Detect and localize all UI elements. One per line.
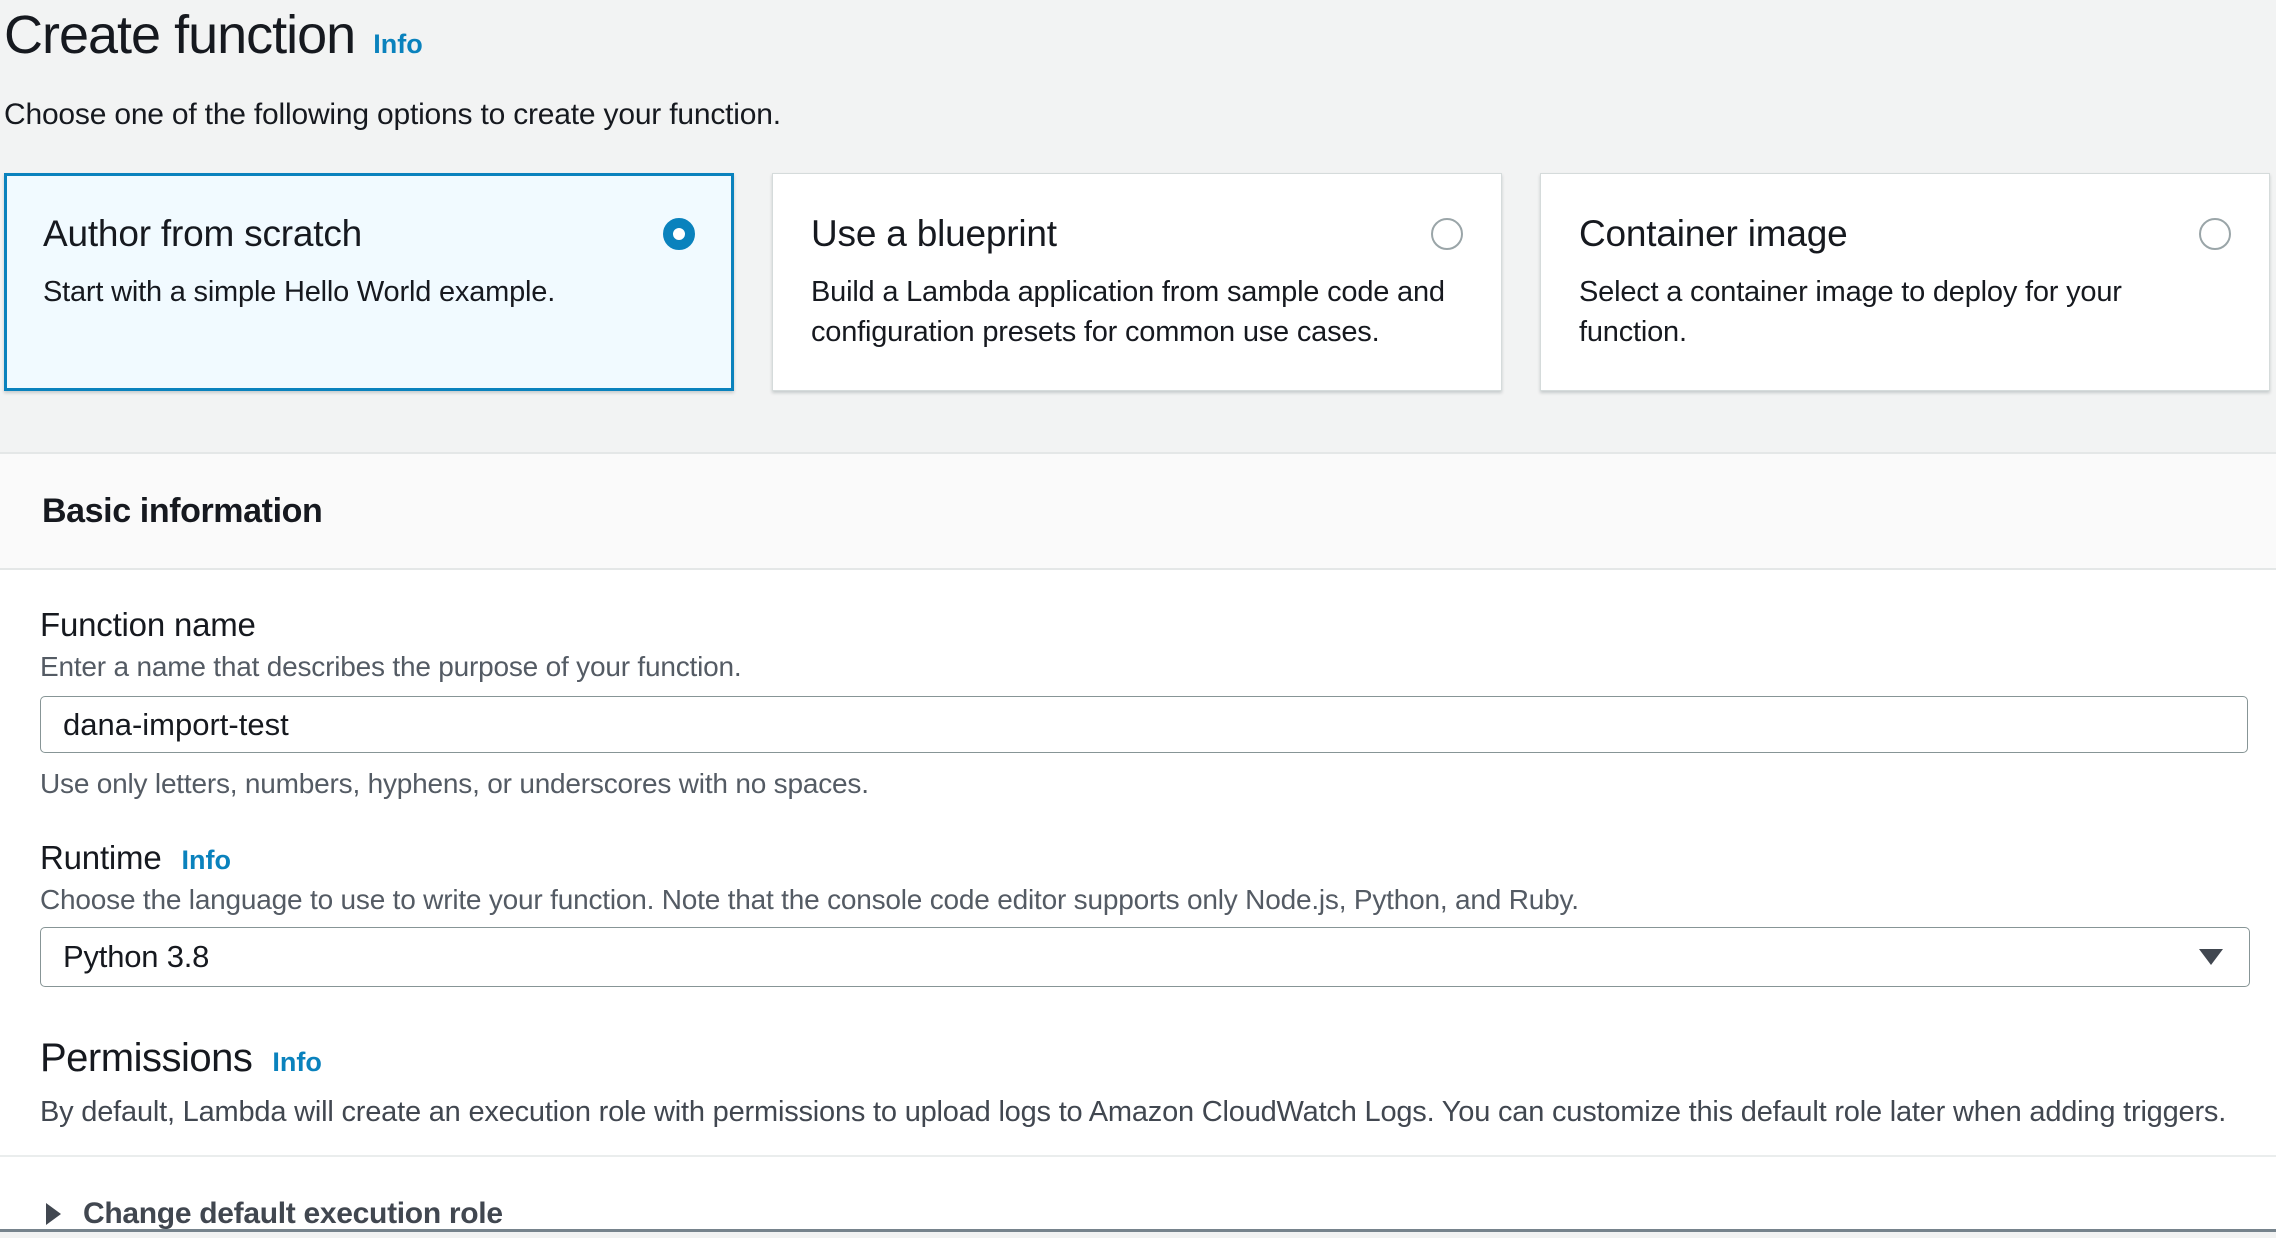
option-card-head: Container image <box>1579 212 2231 256</box>
option-description: Select a container image to deploy for y… <box>1579 272 2231 352</box>
change-default-execution-role-expander[interactable]: Change default execution role <box>40 1197 2248 1231</box>
runtime-info-link[interactable]: Info <box>181 845 230 876</box>
page-bottom-strip <box>0 1232 2276 1238</box>
radio-unselected-icon[interactable] <box>2199 218 2231 250</box>
basic-information-form: Function name Enter a name that describe… <box>0 570 2276 1231</box>
runtime-label: Runtime <box>40 839 161 877</box>
option-description: Build a Lambda application from sample c… <box>811 272 1463 352</box>
option-card-author-from-scratch[interactable]: Author from scratch Start with a simple … <box>4 173 734 391</box>
option-card-head: Author from scratch <box>43 212 695 256</box>
option-title: Use a blueprint <box>811 212 1057 256</box>
caret-down-icon <box>2199 949 2223 965</box>
expander-label: Change default execution role <box>83 1197 503 1231</box>
function-name-description: Enter a name that describes the purpose … <box>40 650 2248 684</box>
option-title: Container image <box>1579 212 1847 256</box>
runtime-select[interactable]: Python 3.8 <box>40 927 2250 987</box>
runtime-selected-value: Python 3.8 <box>63 939 209 975</box>
creation-option-cards: Author from scratch Start with a simple … <box>4 173 2270 391</box>
function-name-hint: Use only letters, numbers, hyphens, or u… <box>40 767 2248 801</box>
page-title-info-link[interactable]: Info <box>373 29 422 60</box>
basic-information-header-band: Basic information <box>0 454 2276 570</box>
page-header-section: Create function Info Choose one of the f… <box>0 0 2276 454</box>
permissions-heading-row: Permissions Info <box>40 1035 2248 1081</box>
permissions-description: By default, Lambda will create an execut… <box>40 1095 2248 1129</box>
page-subtitle: Choose one of the following options to c… <box>4 97 2270 133</box>
function-name-label: Function name <box>40 606 2248 644</box>
section-divider <box>0 1155 2276 1157</box>
option-card-use-a-blueprint[interactable]: Use a blueprint Build a Lambda applicati… <box>772 173 1502 391</box>
radio-selected-icon[interactable] <box>663 218 695 250</box>
radio-unselected-icon[interactable] <box>1431 218 1463 250</box>
option-description: Start with a simple Hello World example. <box>43 272 695 312</box>
page-title-row: Create function Info <box>4 4 2270 67</box>
permissions-info-link[interactable]: Info <box>272 1047 321 1078</box>
permissions-heading: Permissions <box>40 1035 252 1081</box>
option-card-head: Use a blueprint <box>811 212 1463 256</box>
create-function-page: Create function Info Choose one of the f… <box>0 0 2276 1231</box>
option-card-container-image[interactable]: Container image Select a container image… <box>1540 173 2270 391</box>
function-name-input[interactable] <box>40 696 2248 753</box>
runtime-label-row: Runtime Info <box>40 839 2248 877</box>
page-title: Create function <box>4 4 355 67</box>
runtime-description: Choose the language to use to write your… <box>40 883 2248 917</box>
caret-right-icon <box>46 1203 61 1225</box>
option-title: Author from scratch <box>43 212 362 256</box>
basic-information-heading: Basic information <box>42 492 322 531</box>
